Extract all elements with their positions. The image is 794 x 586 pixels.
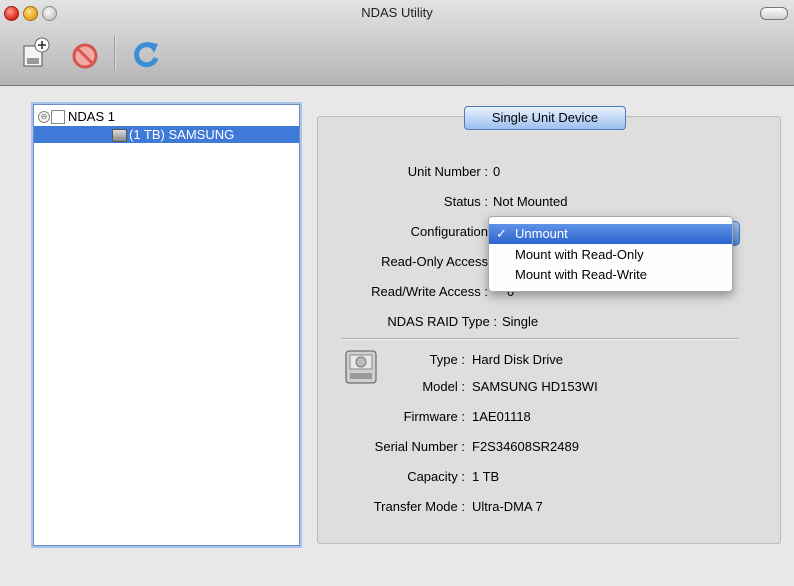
read-write-access-label: Read/Write Access : <box>371 284 488 299</box>
checkmark-icon: ✓ <box>496 226 507 241</box>
status-label: Status : <box>443 194 488 209</box>
serial-number-label: Serial Number : <box>374 439 465 454</box>
tree-item-ndas-1[interactable]: ⊖ NDAS 1 <box>34 108 299 125</box>
transfer-mode-label: Transfer Mode : <box>373 499 465 514</box>
add-device-icon <box>23 37 50 67</box>
divider <box>342 338 738 339</box>
status-value: Not Mounted <box>493 194 568 209</box>
device-checkbox[interactable] <box>51 110 65 124</box>
remove-device-button[interactable] <box>68 34 104 70</box>
menu-item-mount-read-only[interactable]: Mount with Read-Only <box>489 245 732 265</box>
tab-single-unit-device[interactable]: Single Unit Device <box>464 106 626 130</box>
title-toolbar: NDAS Utility <box>0 0 794 86</box>
window-title: NDAS Utility <box>361 5 433 20</box>
unit-number-value: 0 <box>493 164 501 179</box>
capacity-value: 1 TB <box>472 469 500 484</box>
transfer-mode-value: Ultra-DMA 7 <box>472 499 543 514</box>
menu-item-unmount[interactable]: ✓ Unmount <box>489 224 732 244</box>
tree-item-samsung[interactable]: (1 TB) SAMSUNG <box>34 126 299 143</box>
unit-number-label: Unit Number : <box>407 164 488 179</box>
raid-type-label: NDAS RAID Type : <box>387 314 497 329</box>
disk-model-value: SAMSUNG HD153WI <box>472 379 598 394</box>
menu-item-mount-read-write[interactable]: Mount with Read-Write <box>489 265 732 285</box>
disk-model-label: Model : <box>422 379 465 394</box>
prohibited-icon <box>72 43 98 69</box>
toolbar-toggle-button[interactable] <box>760 7 788 20</box>
ndas-utility-window: NDAS Utility ⊖ NDAS 1 (1 TB) SAMSUNG Sin… <box>0 0 794 586</box>
disk-type-label: Type : <box>429 352 465 367</box>
disk-type-value: Hard Disk Drive <box>472 352 564 367</box>
firmware-label: Firmware : <box>403 409 465 424</box>
raid-type-value: Single <box>502 314 539 329</box>
disk-icon <box>112 129 127 142</box>
configuration-menu[interactable]: ✓ Unmount Mount with Read-Only Mount wit… <box>488 216 733 292</box>
collapse-toggle[interactable]: ⊖ <box>38 111 50 123</box>
device-tree[interactable]: ⊖ NDAS 1 (1 TB) SAMSUNG <box>33 104 300 546</box>
read-only-access-label: Read-Only Access <box>381 254 488 269</box>
tree-item-label: NDAS 1 <box>68 109 115 124</box>
configuration-label: Configuration <box>410 224 488 239</box>
firmware-value: 1AE01118 <box>472 409 531 424</box>
capacity-label: Capacity : <box>407 469 465 484</box>
refresh-button[interactable] <box>128 34 164 70</box>
serial-number-value: F2S34608SR2489 <box>472 439 579 454</box>
toolbar-separator <box>114 36 115 70</box>
refresh-icon <box>134 42 159 68</box>
add-device-button[interactable] <box>18 34 54 70</box>
tree-item-label: (1 TB) SAMSUNG <box>129 127 235 142</box>
